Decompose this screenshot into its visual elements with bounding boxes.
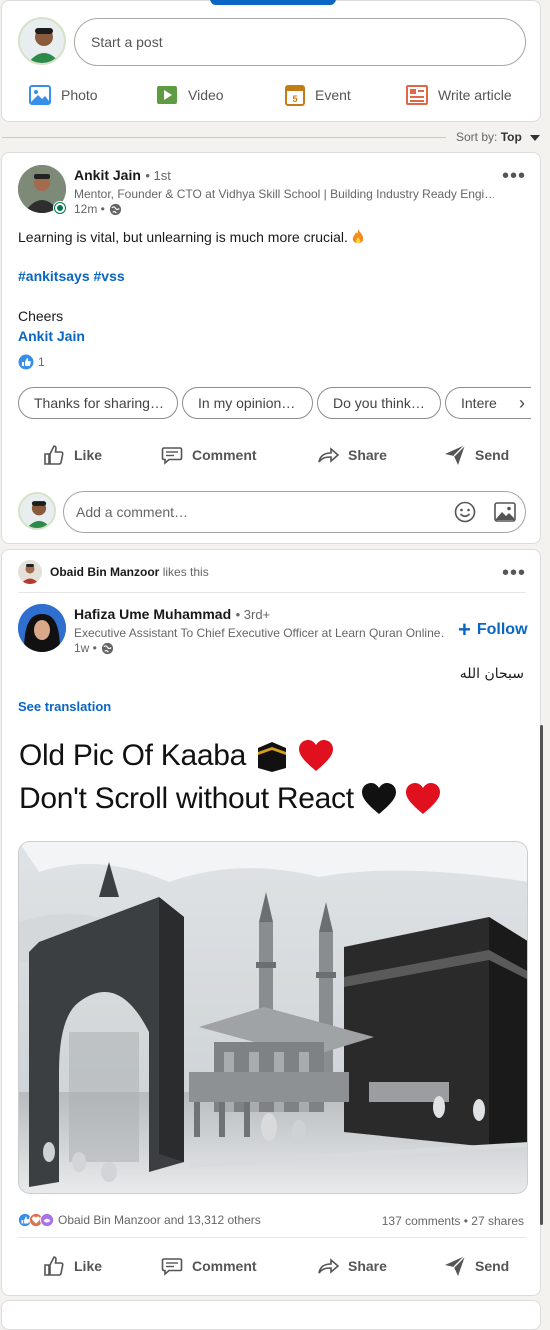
suggestion-chip[interactable]: Thanks for sharing… bbox=[18, 387, 178, 419]
like-button[interactable]: Like bbox=[42, 443, 102, 467]
share-arrow-icon bbox=[318, 1258, 340, 1274]
start-post-input[interactable]: Start a post bbox=[74, 18, 526, 66]
comments-shares-count[interactable]: 137 comments • 27 shares bbox=[382, 1214, 524, 1228]
sort-dropdown[interactable]: Sort by: Top bbox=[456, 130, 541, 144]
red-heart-icon bbox=[405, 783, 440, 814]
send-button[interactable]: Send bbox=[443, 1254, 509, 1278]
connection-degree: • 1st bbox=[145, 168, 171, 183]
reactions-text: Obaid Bin Manzoor and 13,312 others bbox=[58, 1213, 261, 1227]
share-box: Start a post Photo Video 5 Event Write a… bbox=[1, 0, 541, 122]
next-post-card bbox=[1, 1300, 541, 1330]
image-caption-line1: Old Pic Of Kaaba bbox=[19, 739, 246, 772]
comment-icon bbox=[161, 447, 183, 465]
post-body: Learning is vital, but unlearning is muc… bbox=[18, 229, 348, 246]
send-button[interactable]: Send bbox=[443, 443, 509, 467]
share-button[interactable]: Share bbox=[316, 1254, 387, 1278]
thumbs-up-icon bbox=[44, 1256, 64, 1276]
write-article-button[interactable]: Write article bbox=[406, 83, 512, 107]
suggestion-chip[interactable]: Do you think… bbox=[317, 387, 441, 419]
post-card: Obaid Bin Manzoor likes this ••• Hafiza … bbox=[1, 549, 541, 1296]
reaction-summary[interactable]: Obaid Bin Manzoor and 13,312 others bbox=[18, 1213, 261, 1227]
chevron-right-icon[interactable]: › bbox=[510, 391, 534, 415]
video-icon bbox=[157, 86, 177, 104]
video-button[interactable]: Video bbox=[156, 83, 224, 107]
event-icon: 5 bbox=[285, 85, 305, 106]
reaction-summary[interactable]: 1 bbox=[18, 354, 45, 370]
send-icon bbox=[445, 444, 466, 465]
top-nav-indicator bbox=[210, 0, 336, 5]
post-time: 1w • bbox=[74, 641, 97, 655]
more-options-icon[interactable]: ••• bbox=[502, 563, 526, 583]
liker-name[interactable]: Obaid Bin Manzoor bbox=[50, 565, 159, 579]
globe-icon bbox=[101, 642, 113, 654]
actions-divider bbox=[18, 1237, 526, 1238]
comment-icon bbox=[161, 1258, 183, 1276]
plus-icon: + bbox=[458, 617, 471, 642]
online-status-icon bbox=[53, 201, 67, 215]
black-heart-icon bbox=[361, 783, 396, 814]
follow-button[interactable]: + Follow bbox=[458, 617, 528, 642]
post-signature-link[interactable]: Ankit Jain bbox=[18, 328, 85, 344]
photo-icon bbox=[29, 85, 51, 105]
comment-button[interactable]: Comment bbox=[160, 1254, 257, 1278]
support-reaction-icon bbox=[40, 1213, 54, 1227]
event-button[interactable]: 5 Event bbox=[285, 83, 351, 107]
reaction-count: 1 bbox=[38, 355, 45, 369]
post-time: 12m • bbox=[74, 202, 105, 216]
kaaba-icon bbox=[257, 742, 286, 772]
my-avatar[interactable] bbox=[18, 492, 56, 530]
my-avatar[interactable] bbox=[18, 17, 66, 65]
author-avatar[interactable] bbox=[18, 604, 66, 652]
see-translation-link[interactable]: See translation bbox=[18, 699, 111, 714]
post-body: سبحان الله bbox=[459, 666, 524, 682]
svg-text:5: 5 bbox=[292, 94, 297, 104]
header-divider bbox=[18, 592, 526, 593]
liker-avatar[interactable] bbox=[18, 560, 42, 584]
like-button[interactable]: Like bbox=[42, 1254, 102, 1278]
thumbs-up-icon bbox=[44, 445, 64, 465]
suggestion-chip[interactable]: In my opinion… bbox=[182, 387, 313, 419]
feed-divider bbox=[2, 137, 446, 138]
image-caption-line2: Don't Scroll without React bbox=[19, 782, 354, 815]
image-icon[interactable] bbox=[494, 502, 516, 522]
share-button[interactable]: Share bbox=[316, 443, 387, 467]
author-name[interactable]: Ankit Jain bbox=[74, 167, 141, 183]
author-headline: Executive Assistant To Chief Executive O… bbox=[74, 626, 444, 640]
post-card: Ankit Jain • 1st Mentor, Founder & CTO a… bbox=[1, 152, 541, 544]
comment-button[interactable]: Comment bbox=[160, 443, 257, 467]
globe-icon bbox=[109, 203, 121, 215]
emoji-icon[interactable] bbox=[454, 501, 476, 523]
liker-suffix: likes this bbox=[162, 565, 209, 579]
share-arrow-icon bbox=[318, 447, 340, 463]
author-headline: Mentor, Founder & CTO at Vidhya Skill Sc… bbox=[74, 187, 494, 201]
fire-icon bbox=[352, 229, 364, 248]
like-reaction-icon bbox=[18, 354, 34, 370]
photo-button[interactable]: Photo bbox=[29, 83, 98, 107]
red-heart-icon bbox=[298, 740, 333, 771]
author-name[interactable]: Hafiza Ume Muhammad bbox=[74, 606, 231, 622]
post-closing: Cheers bbox=[18, 308, 64, 324]
connection-degree: • 3rd+ bbox=[235, 607, 271, 622]
more-options-icon[interactable]: ••• bbox=[502, 166, 526, 186]
caret-down-icon bbox=[530, 134, 541, 141]
scrollbar[interactable] bbox=[540, 725, 543, 1225]
post-hashtags[interactable]: #ankitsays #vss bbox=[18, 268, 125, 284]
article-icon bbox=[406, 85, 428, 105]
post-image[interactable] bbox=[18, 841, 528, 1194]
send-icon bbox=[445, 1255, 466, 1276]
